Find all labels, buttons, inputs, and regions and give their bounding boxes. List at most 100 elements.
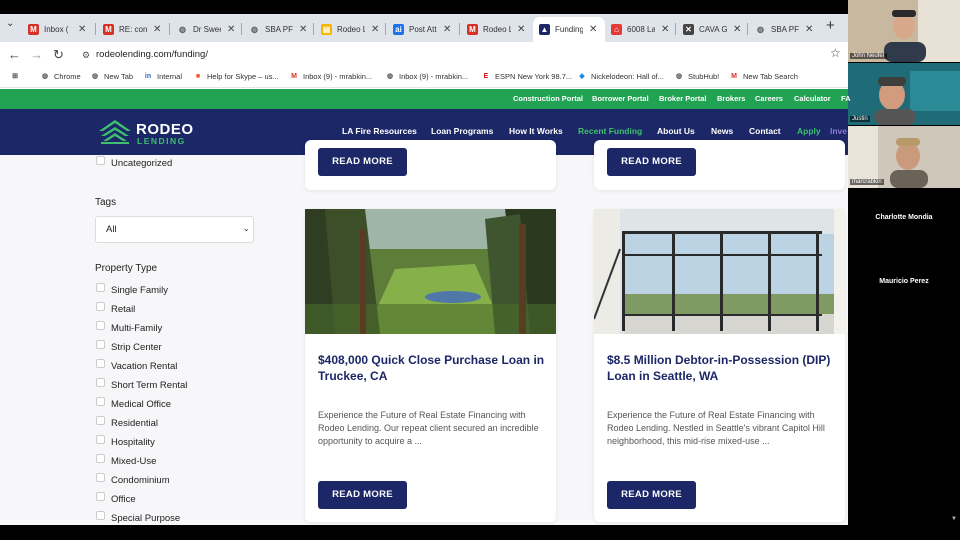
browser-tab[interactable]: ✕ CAVA G ✕ [677,17,747,42]
tab-search-chevron-icon[interactable]: ⌄ [6,18,14,29]
property-type-checkbox[interactable] [96,416,105,425]
seattle-building-image[interactable] [594,209,845,334]
bookmark-item[interactable]: M New Tab Search [729,71,798,81]
close-tab-icon[interactable]: ✕ [371,24,379,35]
participant-name-tile: Mauricio Perez [879,278,929,285]
bookmark-label: StubHub! [688,71,720,81]
back-arrow-icon[interactable]: ← [8,47,21,62]
close-tab-icon[interactable]: ✕ [78,24,86,35]
browser-tab[interactable]: ◍ SBA PFS ✕ [243,17,313,42]
post-title[interactable]: $408,000 Quick Close Purchase Loan in Tr… [318,352,546,384]
property-type-checkbox[interactable] [96,473,105,482]
read-more-button[interactable]: READ MORE [607,481,696,509]
utility-link[interactable]: Brokers [717,94,745,103]
property-type-checkbox[interactable] [96,359,105,368]
utility-link[interactable]: Calculator [794,94,831,103]
tab-title: Dr Swee [193,25,221,34]
nav-link[interactable]: How It Works [509,126,563,136]
property-type-checkbox[interactable] [96,492,105,501]
globe-icon: ◍ [91,73,99,80]
tab-separator [459,23,460,35]
gmail-icon: M [28,24,39,35]
utility-link[interactable]: Broker Portal [659,94,707,103]
post-title[interactable]: $8.5 Million Debtor-in-Possession (DIP) … [607,352,839,384]
rodeo-logo-icon[interactable] [98,119,132,145]
globe-icon: ◍ [757,25,764,34]
read-more-button[interactable]: READ MORE [318,148,407,176]
bookmark-item[interactable]: ◍ Inbox (9) - mrabkin... [385,71,468,81]
espn-icon: E [483,72,489,80]
bookmark-item[interactable]: ⊞ [10,71,24,81]
utility-link[interactable]: FA [841,94,851,103]
close-tab-icon[interactable]: ✕ [805,24,813,35]
bookmark-item[interactable]: in Internal [143,71,182,81]
bookmark-item[interactable]: ◆ Nickelodeon: Hall of... [577,71,664,81]
close-tab-icon[interactable]: ✕ [517,24,525,35]
read-more-button[interactable]: READ MORE [607,148,696,176]
scroll-down-arrow-icon[interactable]: ▼ [951,516,957,522]
utility-link[interactable]: Careers [755,94,783,103]
bookmark-item[interactable]: ◍ StubHub! [674,71,719,81]
globe-icon: ◍ [179,25,186,34]
nav-link[interactable]: About Us [657,126,695,136]
bookmark-item[interactable]: ◍ Chrome [40,71,81,81]
browser-tab[interactable]: ⌂ 6008 La ✕ [605,17,675,42]
checkbox-uncategorized[interactable] [96,156,105,165]
forward-arrow-icon[interactable]: → [30,47,43,62]
browser-tab[interactable]: ◍ Dr Swee ✕ [171,17,241,42]
property-type-checkbox[interactable] [96,454,105,463]
logo-subtitle: LENDING [137,136,186,146]
utility-link[interactable]: Construction Portal [513,94,583,103]
nav-link[interactable]: Recent Funding [578,126,642,136]
browser-tab[interactable]: ▲ Funding ✕ [533,17,605,42]
property-type-checkbox[interactable] [96,435,105,444]
nav-link[interactable]: Inve [830,126,847,136]
nav-link[interactable]: Loan Programs [431,126,493,136]
site-info-icon[interactable]: ⚙ [82,50,90,61]
screen: { "browser": { "tabs": [ {"title": "Inbo… [0,0,960,540]
property-type-checkbox[interactable] [96,302,105,311]
tab-title: Funding [555,25,583,34]
bookmark-item[interactable]: M Inbox (9) - mrabkin... [289,71,372,81]
browser-tab[interactable]: ◍ SBA PFS ✕ [749,17,819,42]
reload-icon[interactable]: ↻ [53,47,64,63]
property-type-checkbox[interactable] [96,511,105,520]
truckee-golf-course-image[interactable] [305,209,556,334]
gmail-icon: M [103,24,114,35]
bookmark-item[interactable]: ◍ New Tab [90,71,133,81]
browser-tab[interactable]: M Rodeo L ✕ [461,17,531,42]
property-type-checkbox[interactable] [96,378,105,387]
tags-select[interactable]: All [95,216,254,243]
property-type-checkbox[interactable] [96,321,105,330]
nav-link[interactable]: LA Fire Resources [342,126,417,136]
close-tab-icon[interactable]: ✕ [733,24,741,35]
bookmark-star-icon[interactable]: ☆ [830,46,841,60]
close-tab-icon[interactable]: ✕ [661,24,669,35]
browser-tab[interactable]: ▤ Rodeo L ✕ [315,17,385,42]
nav-link[interactable]: Contact [749,126,781,136]
property-type-checkbox[interactable] [96,340,105,349]
property-type-label: Medical Office [111,399,172,410]
property-type-checkbox[interactable] [96,397,105,406]
browser-tab[interactable]: ai Post Att ✕ [387,17,457,42]
new-tab-plus-icon[interactable]: + [826,17,835,34]
browser-tab[interactable]: M RE: con ✕ [97,17,167,42]
bookmark-item[interactable]: E ESPN New York 98.7... [481,71,572,81]
doc-icon: ▤ [321,24,332,35]
utility-link[interactable]: Borrower Portal [592,94,649,103]
nav-link[interactable]: News [711,126,733,136]
gmail-icon: M [731,72,737,80]
read-more-button[interactable]: READ MORE [318,481,407,509]
property-type-label: Short Term Rental [111,380,188,391]
close-tab-icon[interactable]: ✕ [443,24,451,35]
browser-tab[interactable]: M Inbox (✕ [22,17,92,42]
property-type-heading: Property Type [95,263,158,274]
close-tab-icon[interactable]: ✕ [227,24,235,35]
close-tab-icon[interactable]: ✕ [299,24,307,35]
bookmark-item[interactable]: ■ Help for Skype – us... [193,71,279,81]
property-type-checkbox[interactable] [96,283,105,292]
nav-link[interactable]: Apply [797,126,821,136]
close-tab-icon[interactable]: ✕ [589,24,597,35]
url-field[interactable]: rodeolending.com/funding/ [78,46,840,64]
close-tab-icon[interactable]: ✕ [153,24,161,35]
